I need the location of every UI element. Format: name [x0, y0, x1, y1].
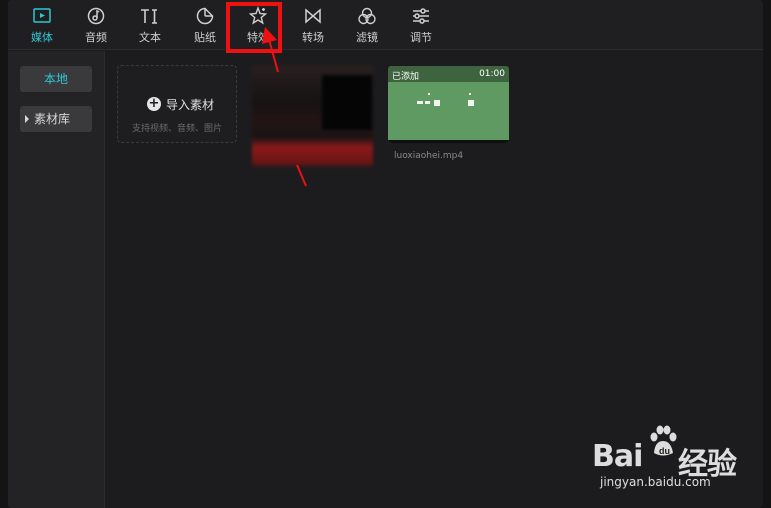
tab-audio-label: 音频	[85, 31, 107, 44]
import-hint: 支持视频、音频、图片	[131, 124, 222, 134]
blurred-media-thumbnail[interactable]	[252, 65, 373, 168]
sidebar: 本地 素材库	[8, 51, 105, 508]
sticker-icon	[183, 6, 227, 28]
sprite-dot	[428, 93, 430, 95]
tab-media-label: 媒体	[31, 31, 53, 44]
sidebar-item-local[interactable]: 本地	[20, 66, 92, 92]
adjust-icon	[399, 6, 443, 28]
clip-duration: 01:00	[479, 69, 505, 79]
text-icon	[128, 6, 172, 28]
tab-filter[interactable]: 滤镜	[345, 6, 389, 50]
sprite-dot	[469, 93, 471, 95]
sprite-cup	[434, 100, 440, 106]
sprite-small	[425, 101, 430, 104]
sprite-small	[417, 101, 423, 104]
tab-text[interactable]: 文本	[128, 6, 172, 50]
clip-bottom-bar	[388, 140, 509, 143]
tab-effects-label: 特效	[247, 31, 269, 44]
filter-icon	[345, 6, 389, 28]
import-label: 导入素材	[166, 98, 215, 112]
tab-transition-label: 转场	[302, 31, 324, 44]
tab-audio[interactable]: 音频	[74, 6, 118, 50]
audio-icon	[74, 6, 118, 28]
toolbar: 媒体 音频 文本 贴纸 特效 转场 滤镜 调节	[8, 0, 763, 50]
clip-filename: luoxiaohei.mp4	[394, 151, 464, 161]
tab-effects[interactable]: 特效	[236, 5, 280, 50]
tab-adjust-label: 调节	[410, 31, 432, 44]
tab-filter-label: 滤镜	[356, 31, 378, 44]
app-window: 媒体 音频 文本 贴纸 特效 转场 滤镜 调节 本地 素材库 + 导入素材 支持…	[8, 0, 763, 508]
tab-sticker-label: 贴纸	[194, 31, 216, 44]
thumbnail-dark-region	[322, 75, 372, 130]
transition-icon	[291, 6, 335, 28]
tab-adjust[interactable]: 调节	[399, 6, 443, 50]
sidebar-item-library[interactable]: 素材库	[20, 106, 92, 132]
effects-icon	[236, 5, 280, 28]
sprite-cup	[468, 100, 474, 106]
tab-media[interactable]: 媒体	[20, 6, 64, 50]
caret-right-icon	[25, 115, 29, 123]
media-clip-thumbnail[interactable]: 已添加 01:00	[388, 66, 509, 143]
sidebar-item-library-label: 素材库	[34, 112, 71, 126]
media-icon	[20, 6, 64, 28]
tab-transition[interactable]: 转场	[291, 6, 335, 50]
tab-text-label: 文本	[139, 31, 161, 44]
tab-sticker[interactable]: 贴纸	[183, 6, 227, 50]
clip-added-badge: 已添加	[392, 72, 420, 82]
plus-icon: +	[147, 96, 161, 111]
import-media-button[interactable]: + 导入素材 支持视频、音频、图片	[117, 65, 237, 143]
